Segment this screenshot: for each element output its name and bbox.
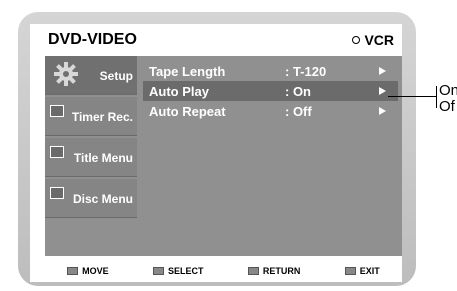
exit-icon	[344, 267, 356, 275]
footer-exit: EXIT	[344, 266, 380, 276]
osd-screen: DVD-VIDEO VCR Setup Timer Rec. Title Men…	[30, 24, 402, 282]
sidebar-item-setup[interactable]: Setup	[45, 56, 137, 95]
setting-value: : T-120	[285, 64, 327, 79]
setting-name: Auto Repeat	[149, 104, 226, 119]
sidebar-item-label: Disc Menu	[72, 192, 133, 206]
footer-return-label: RETURN	[262, 266, 301, 276]
title-icon	[50, 146, 64, 158]
callout-option-off: Of	[439, 98, 455, 115]
menu-panel: Setup Timer Rec. Title Menu Disc Menu Ta…	[45, 56, 402, 256]
return-icon	[247, 267, 259, 275]
footer-select-label: SELECT	[168, 266, 204, 276]
setting-value: : Off	[285, 104, 312, 119]
page-title: DVD-VIDEO	[48, 31, 137, 48]
footer-move: MOVE	[67, 266, 109, 276]
select-icon	[153, 267, 165, 275]
footer-exit-label: EXIT	[359, 266, 380, 276]
callout-line	[388, 96, 436, 97]
sidebar-item-label: Timer Rec.	[71, 110, 133, 124]
arrow-right-icon	[379, 67, 386, 75]
gear-icon	[54, 62, 78, 86]
move-icon	[67, 267, 79, 275]
timer-icon	[50, 105, 64, 117]
arrow-right-icon	[379, 107, 386, 115]
sidebar: Setup Timer Rec. Title Menu Disc Menu	[45, 56, 137, 256]
sidebar-item-timer-rec[interactable]: Timer Rec.	[45, 97, 137, 136]
sidebar-item-disc-menu[interactable]: Disc Menu	[45, 179, 137, 218]
disc-icon	[50, 187, 64, 199]
setting-row-tape-length[interactable]: Tape Length : T-120	[143, 61, 398, 81]
title-bar: DVD-VIDEO VCR	[30, 24, 402, 56]
setting-value: : On	[285, 84, 311, 99]
setting-name: Auto Play	[149, 84, 209, 99]
footer-return: RETURN	[247, 266, 301, 276]
sidebar-item-label: Setup	[99, 69, 133, 83]
radio-ring-icon	[352, 36, 361, 44]
sidebar-item-label: Title Menu	[73, 151, 133, 165]
setting-row-auto-play[interactable]: Auto Play : On	[143, 81, 398, 101]
arrow-right-icon	[379, 87, 386, 95]
callout-bracket	[436, 86, 437, 108]
footer-select: SELECT	[153, 266, 204, 276]
callout-option-on: On	[439, 82, 457, 99]
setting-row-auto-repeat[interactable]: Auto Repeat : Off	[143, 101, 398, 121]
footer-move-label: MOVE	[82, 266, 109, 276]
vcr-label: VCR	[364, 32, 394, 48]
vcr-toggle[interactable]: VCR	[352, 32, 394, 48]
sidebar-item-title-menu[interactable]: Title Menu	[45, 138, 137, 177]
footer-legend: MOVE SELECT RETURN EXIT	[45, 260, 402, 282]
settings-list: Tape Length : T-120 Auto Play : On Auto …	[143, 61, 398, 121]
setting-name: Tape Length	[149, 64, 226, 79]
